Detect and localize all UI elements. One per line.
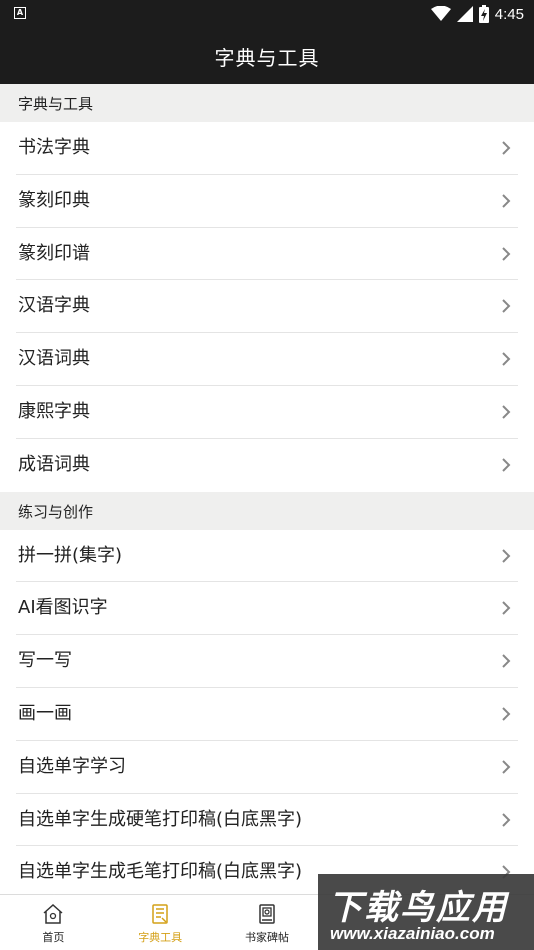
list-item-label: 康熙字典: [18, 400, 90, 422]
chevron-right-icon: [502, 812, 511, 827]
list-item-hard-pen-printout[interactable]: 自选单字生成硬笔打印稿(白底黑字): [0, 793, 534, 847]
list-item-ai-image-recognition[interactable]: AI看图识字: [0, 582, 534, 636]
list-item-label: 篆刻印谱: [18, 242, 90, 264]
list-item-label: 汉语词典: [18, 348, 90, 370]
status-bar: A 4:45: [0, 0, 534, 28]
chevron-right-icon: [502, 548, 511, 563]
tab-label: 书家碑帖: [244, 931, 289, 944]
watermark-url: www.xiazainiao.com: [330, 924, 495, 943]
chevron-right-icon: [502, 760, 511, 774]
notification-icon: A: [14, 7, 26, 19]
app-bar: 字典与工具: [0, 28, 534, 84]
chevron-right-icon: [502, 194, 511, 208]
status-time: 4:45: [494, 5, 524, 23]
list-item-calligraphy-dictionary[interactable]: 书法字典: [0, 122, 534, 175]
list-item-chinese-word-dictionary[interactable]: 汉语词典: [0, 333, 534, 386]
tab-label: 字典工具: [138, 931, 183, 944]
section-header-dictionary: 字典与工具: [0, 84, 534, 122]
list-item-label: 书法字典: [18, 137, 90, 158]
battery-icon: [478, 5, 489, 23]
list-item-label: 成语词典: [18, 453, 90, 475]
list-item-label: 篆刻印典: [18, 189, 90, 211]
chevron-right-icon: [502, 299, 511, 314]
home-icon: [43, 903, 63, 924]
list-item-chinese-character-dictionary[interactable]: 汉语字典: [0, 280, 534, 334]
chevron-right-icon: [502, 458, 511, 472]
list-item-label: 拼一拼(集字): [18, 544, 123, 566]
chevron-right-icon: [502, 707, 511, 721]
list-item-label: 自选单字生成毛笔打印稿(白底黑字): [18, 861, 303, 883]
list-item-draw[interactable]: 画一画: [0, 687, 534, 741]
book-icon: [259, 904, 275, 924]
tab-dictionary-tools[interactable]: 字典工具: [107, 895, 214, 950]
list-item-seal-catalog[interactable]: 篆刻印谱: [0, 227, 534, 281]
list-item-label: 汉语字典: [18, 295, 90, 317]
chevron-right-icon: [502, 601, 511, 616]
section-header-practice: 练习与创作: [0, 491, 534, 530]
wifi-icon: [430, 6, 451, 21]
tab-calligraphers-rubbings[interactable]: 书家碑帖: [214, 895, 321, 950]
chevron-right-icon: [502, 352, 511, 366]
list-item-label: 自选单字学习: [18, 755, 126, 777]
list-item-idiom-dictionary[interactable]: 成语词典: [0, 438, 534, 492]
list-item-write[interactable]: 写一写: [0, 635, 534, 688]
list-item-label: 自选单字生成硬笔打印稿(白底黑字): [18, 808, 303, 830]
cell-signal-icon: [456, 6, 473, 22]
list-item-label: AI看图识字: [18, 597, 108, 619]
list-item-collect-characters[interactable]: 拼一拼(集字): [0, 529, 534, 583]
list-item-label: 写一写: [18, 650, 72, 672]
page-title: 字典与工具: [214, 46, 320, 70]
chevron-right-icon: [502, 246, 511, 261]
watermark-title: 下载鸟应用: [328, 888, 508, 928]
status-icons: 4:45: [430, 3, 524, 25]
list-item-single-character-study[interactable]: 自选单字学习: [0, 740, 534, 794]
watermark: 下载鸟应用 www.xiazainiao.com: [318, 874, 534, 950]
chevron-right-icon: [502, 141, 511, 155]
chevron-right-icon: [502, 405, 511, 419]
chevron-right-icon: [502, 654, 511, 668]
list-item-kangxi-dictionary[interactable]: 康熙字典: [0, 385, 534, 439]
tab-label: 首页: [42, 931, 65, 944]
dictionary-icon: [152, 904, 168, 924]
settings-list[interactable]: 字典与工具 书法字典 篆刻印典 篆刻印谱 汉语字典 汉语词典 康熙字典 成语词典…: [0, 84, 534, 894]
list-item-seal-dictionary[interactable]: 篆刻印典: [0, 174, 534, 228]
tab-home[interactable]: 首页: [0, 895, 107, 950]
list-item-label: 画一画: [18, 702, 72, 724]
